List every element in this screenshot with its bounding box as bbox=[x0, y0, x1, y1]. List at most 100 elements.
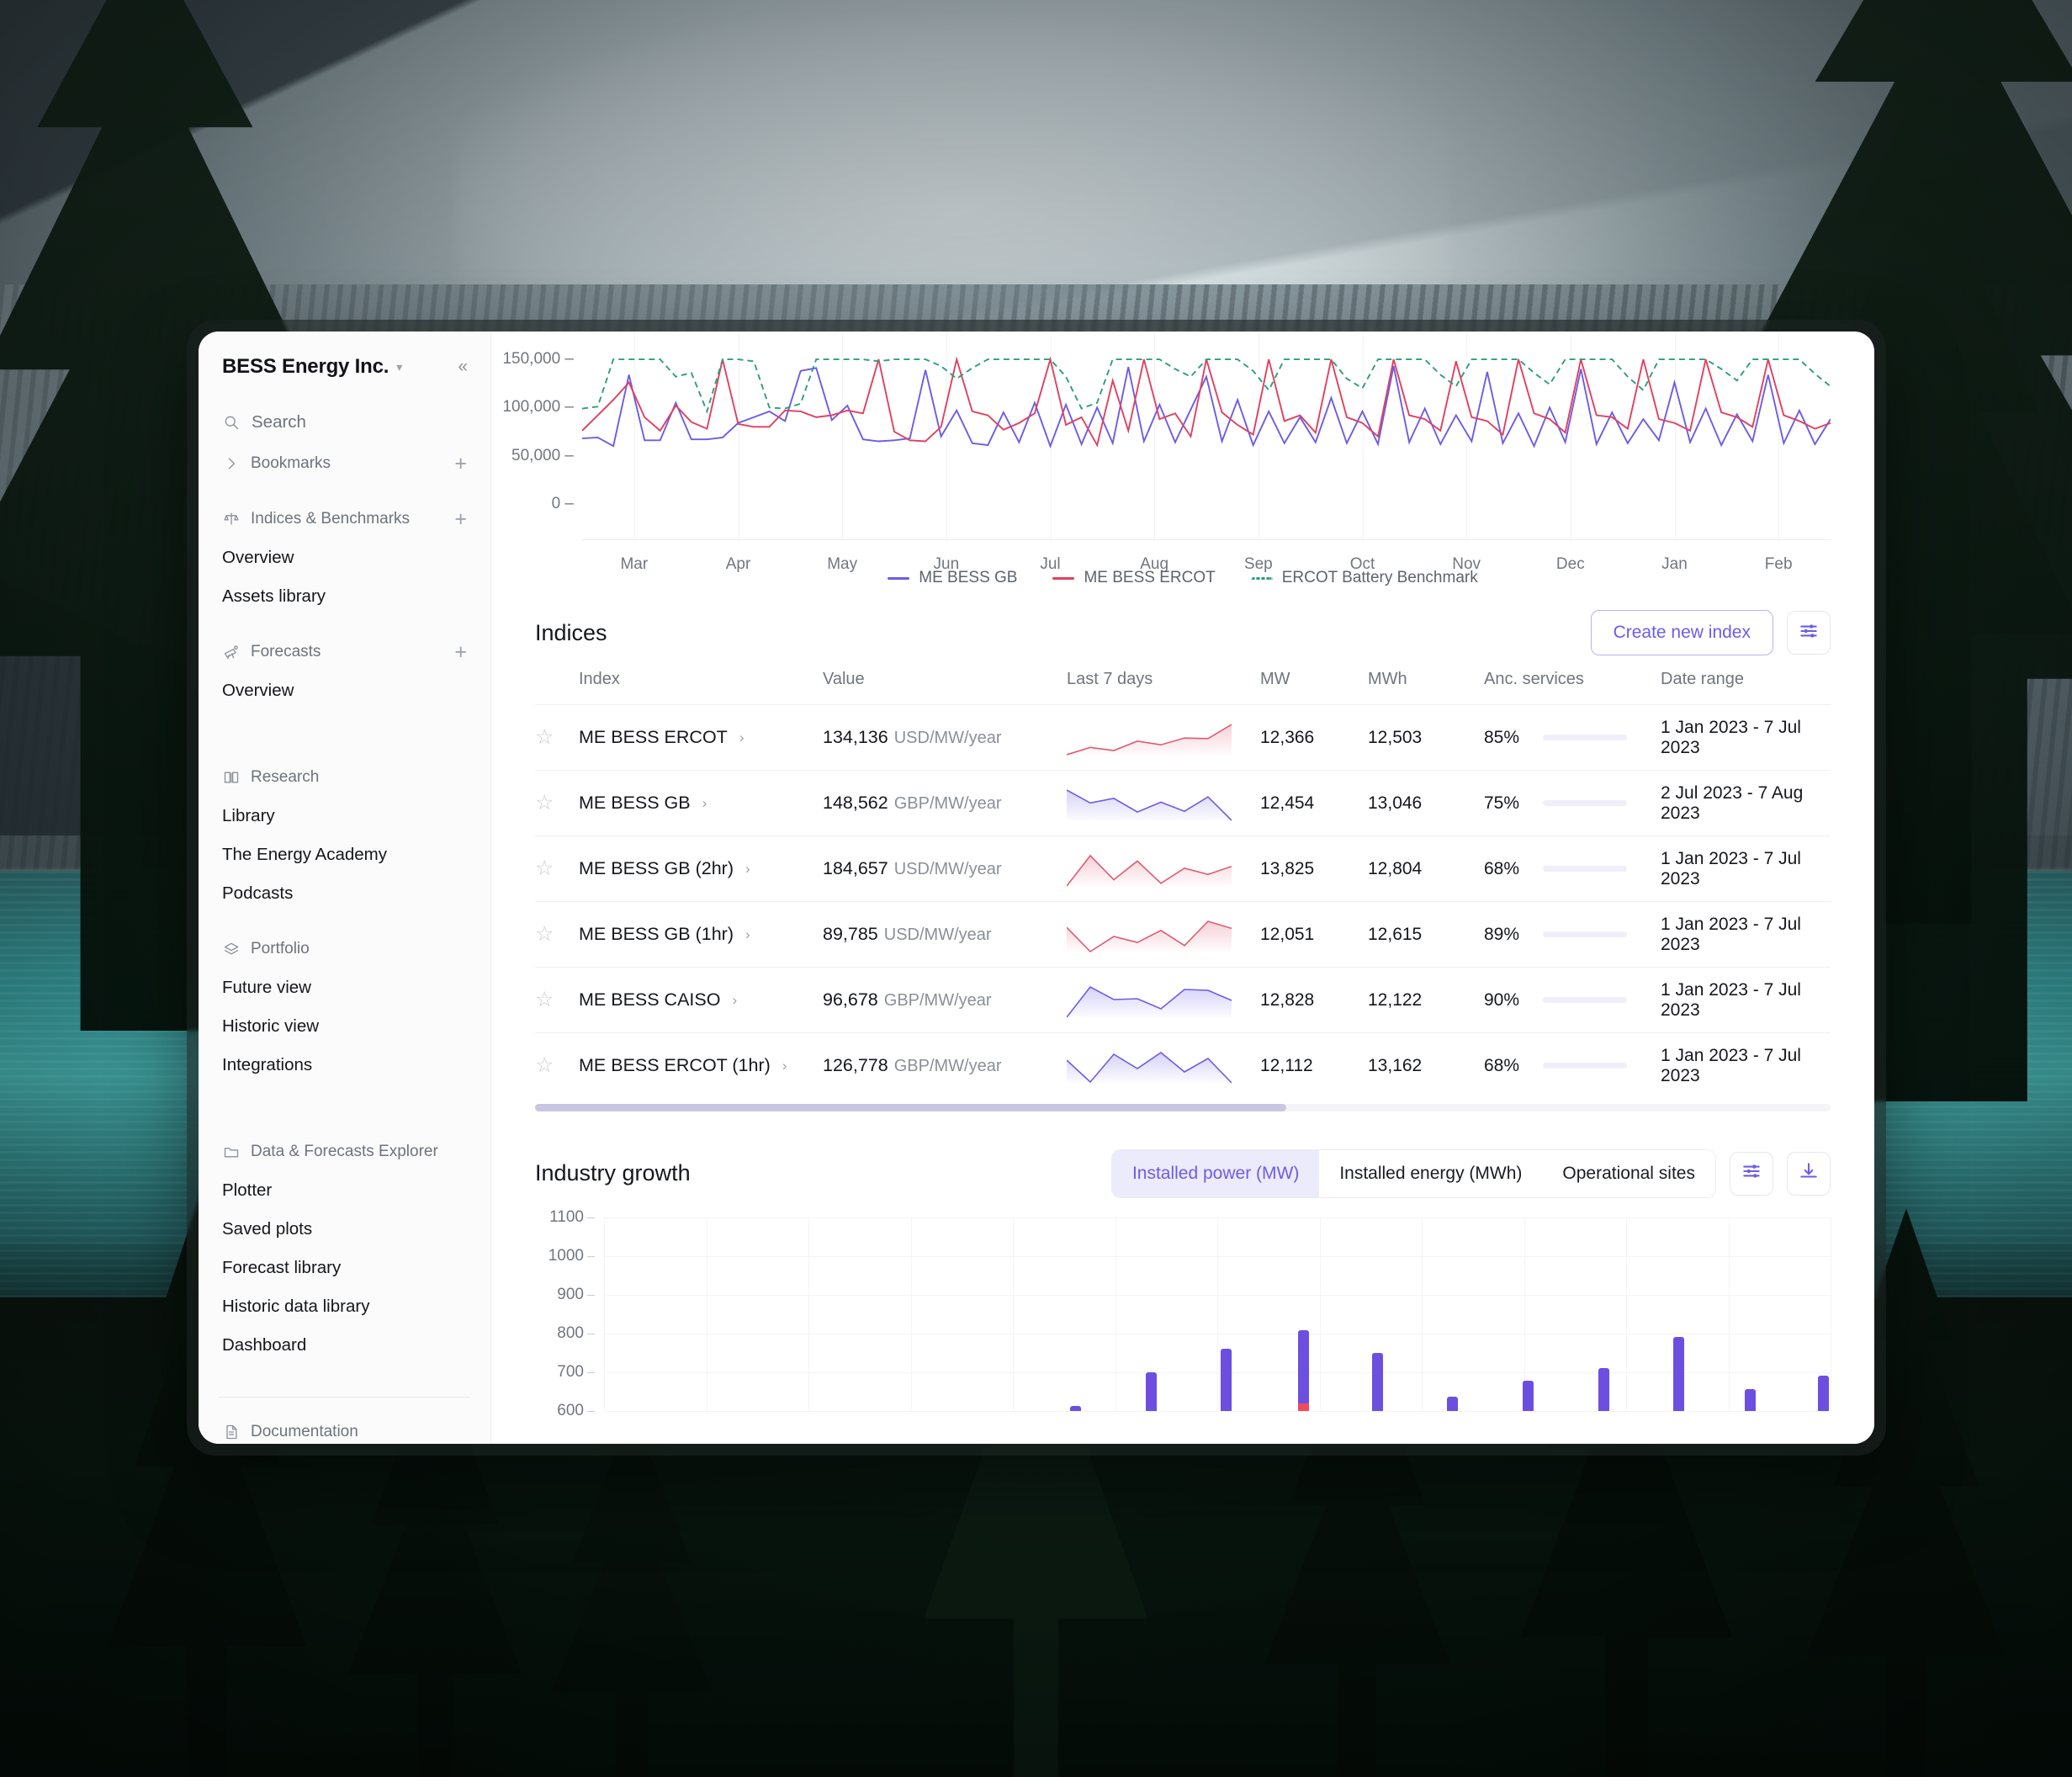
favorite-star-icon[interactable]: ☆ bbox=[535, 857, 554, 880]
table-row[interactable]: ☆ ME BESS ERCOT (1hr) › 126,778 GBP/MW/year 1… bbox=[535, 1032, 1831, 1099]
sidebar-item-overview[interactable]: Overview bbox=[199, 671, 490, 710]
create-new-index-button[interactable]: Create new index bbox=[1590, 610, 1773, 655]
cell-star: ☆ bbox=[535, 704, 579, 771]
bar[interactable] bbox=[1744, 1389, 1756, 1411]
bar[interactable] bbox=[1673, 1337, 1685, 1411]
anc-percent: 68% bbox=[1484, 858, 1520, 878]
sidebar-group-bookmarks[interactable]: Bookmarks + bbox=[199, 444, 490, 483]
indices-filter-button[interactable] bbox=[1787, 611, 1831, 655]
chevron-right-icon[interactable]: › bbox=[745, 926, 750, 943]
tab-operational-sites[interactable]: Operational sites bbox=[1542, 1149, 1715, 1197]
index-name: ME BESS GB (2hr) bbox=[579, 858, 734, 878]
add-forecasts-button[interactable]: + bbox=[454, 641, 467, 663]
mwh-value: 12,804 bbox=[1368, 858, 1423, 878]
favorite-star-icon[interactable]: ☆ bbox=[535, 988, 554, 1011]
cell-sparkline bbox=[1067, 770, 1260, 836]
chevron-right-icon[interactable]: › bbox=[739, 729, 745, 746]
gridline bbox=[1626, 1217, 1627, 1411]
download-icon bbox=[1798, 1160, 1820, 1186]
cell-value: 148,562 GBP/MW/year bbox=[823, 770, 1067, 836]
chevron-right-icon[interactable]: › bbox=[732, 992, 737, 1009]
bar[interactable] bbox=[1818, 1376, 1830, 1411]
sidebar-item-historic-data-library[interactable]: Historic data library bbox=[199, 1287, 490, 1326]
bar[interactable] bbox=[1446, 1397, 1458, 1411]
bar[interactable] bbox=[1598, 1367, 1610, 1411]
ytick-mark bbox=[587, 1371, 595, 1373]
favorite-star-icon[interactable]: ☆ bbox=[535, 922, 554, 946]
table-row[interactable]: ☆ ME BESS GB (1hr) › 89,785 USD/MW/year 12,05… bbox=[535, 901, 1831, 968]
sidebar-group-indices-benchmarks[interactable]: Indices & Benchmarks + bbox=[199, 500, 490, 538]
sidebar-item-forecast-library[interactable]: Forecast library bbox=[199, 1249, 490, 1287]
industry-filter-button[interactable] bbox=[1730, 1151, 1773, 1196]
anc-percent: 90% bbox=[1484, 989, 1520, 1010]
sidebar-group-documentation[interactable]: Documentation bbox=[199, 1413, 490, 1444]
sidebar-group-portfolio[interactable]: Portfolio bbox=[199, 930, 490, 968]
sidebar-item-assets-library[interactable]: Assets library bbox=[199, 577, 490, 616]
cell-sparkline bbox=[1067, 704, 1260, 771]
mwh-value: 12,122 bbox=[1368, 989, 1423, 1010]
org-switcher[interactable]: BESS Energy Inc. ▾ bbox=[222, 355, 402, 379]
chevron-right-icon[interactable]: › bbox=[745, 861, 750, 878]
tab-installed-energy-mwh[interactable]: Installed energy (MWh) bbox=[1319, 1149, 1543, 1197]
bar[interactable] bbox=[1221, 1348, 1232, 1411]
sidebar-item-the-energy-academy[interactable]: The Energy Academy bbox=[199, 835, 490, 874]
anc-progress-bar bbox=[1543, 997, 1627, 1003]
index-name: ME BESS GB bbox=[579, 793, 691, 813]
anc-percent: 75% bbox=[1484, 793, 1520, 813]
sidebar-item-plotter[interactable]: Plotter bbox=[199, 1171, 490, 1210]
sidebar-group-forecasts[interactable]: Forecasts + bbox=[199, 633, 490, 671]
bar[interactable] bbox=[1523, 1380, 1534, 1411]
table-row[interactable]: ☆ ME BESS CAISO › 96,678 GBP/MW/year 12,828 12… bbox=[535, 967, 1831, 1033]
sidebar-item-historic-view[interactable]: Historic view bbox=[199, 1007, 490, 1046]
sparkline-chart bbox=[1067, 1046, 1232, 1086]
favorite-star-icon[interactable]: ☆ bbox=[535, 725, 554, 749]
scrollbar-thumb[interactable] bbox=[535, 1103, 1287, 1111]
chevron-right-icon[interactable]: › bbox=[782, 1058, 787, 1074]
legend-item[interactable]: ME BESS GB bbox=[888, 569, 1017, 587]
index-unit: GBP/MW/year bbox=[893, 1057, 1002, 1076]
search-input[interactable]: Search bbox=[199, 400, 490, 444]
chevron-right-icon bbox=[222, 454, 241, 473]
sidebar-item-dashboard[interactable]: Dashboard bbox=[199, 1326, 490, 1365]
app-window-body: BESS Energy Inc. ▾ « Search Bookmarks + In… bbox=[199, 332, 1874, 1444]
sidebar-group-research[interactable]: Research bbox=[199, 758, 490, 797]
bar[interactable] bbox=[1146, 1371, 1158, 1411]
cell-index: ME BESS ERCOT › bbox=[579, 704, 823, 771]
legend-item[interactable]: ME BESS ERCOT bbox=[1052, 569, 1216, 587]
table-row[interactable]: ☆ ME BESS GB (2hr) › 184,657 USD/MW/year 13,8… bbox=[535, 835, 1831, 902]
collapse-sidebar-button[interactable]: « bbox=[458, 357, 468, 377]
main-content: 0 –50,000 –100,000 –150,000 – Mar Apr May J… bbox=[491, 332, 1874, 1444]
legend-item[interactable]: ERCOT Battery Benchmark bbox=[1250, 569, 1478, 587]
sidebar-item-podcasts[interactable]: Podcasts bbox=[199, 874, 490, 913]
chevron-right-icon[interactable]: › bbox=[702, 795, 707, 812]
bar[interactable] bbox=[1371, 1352, 1383, 1411]
indices-horizontal-scrollbar[interactable] bbox=[535, 1103, 1831, 1111]
table-row[interactable]: ☆ ME BESS GB › 148,562 GBP/MW/year 12,454 13,0… bbox=[535, 770, 1831, 836]
bar[interactable] bbox=[1298, 1329, 1310, 1411]
sidebar-item-library[interactable]: Library bbox=[199, 797, 490, 835]
cell-index: ME BESS GB › bbox=[579, 770, 823, 836]
sidebar-item-overview[interactable]: Overview bbox=[199, 538, 490, 577]
sidebar-item-future-view[interactable]: Future view bbox=[199, 968, 490, 1007]
date-range-value: 1 Jan 2023 - 7 Jul 2023 bbox=[1661, 979, 1801, 1020]
add-indices-benchmarks-button[interactable]: + bbox=[454, 508, 467, 530]
cell-star: ☆ bbox=[535, 901, 579, 968]
add-bookmarks-button[interactable]: + bbox=[454, 453, 467, 475]
tab-installed-power-mw[interactable]: Installed power (MW) bbox=[1111, 1149, 1320, 1197]
favorite-star-icon[interactable]: ☆ bbox=[535, 1053, 554, 1077]
bar[interactable] bbox=[1070, 1405, 1082, 1411]
anc-progress-bar bbox=[1543, 735, 1627, 740]
table-row[interactable]: ☆ ME BESS ERCOT › 134,136 USD/MW/year 12,366 1… bbox=[535, 704, 1831, 771]
cell-date-range: 1 Jan 2023 - 7 Jul 2023 bbox=[1661, 704, 1831, 771]
industry-download-button[interactable] bbox=[1787, 1151, 1831, 1196]
sidebar-group-data-forecasts-explorer[interactable]: Data & Forecasts Explorer bbox=[199, 1133, 490, 1171]
sidebar-item-saved-plots[interactable]: Saved plots bbox=[199, 1210, 490, 1249]
ytick-label: 900 bbox=[557, 1285, 584, 1303]
sidebar-item-integrations[interactable]: Integrations bbox=[199, 1046, 490, 1085]
sidebar-group-label: Documentation bbox=[251, 1423, 358, 1440]
favorite-star-icon[interactable]: ☆ bbox=[535, 791, 554, 814]
sidebar-group-label: Data & Forecasts Explorer bbox=[251, 1143, 438, 1160]
sparkline-chart bbox=[1067, 915, 1232, 955]
